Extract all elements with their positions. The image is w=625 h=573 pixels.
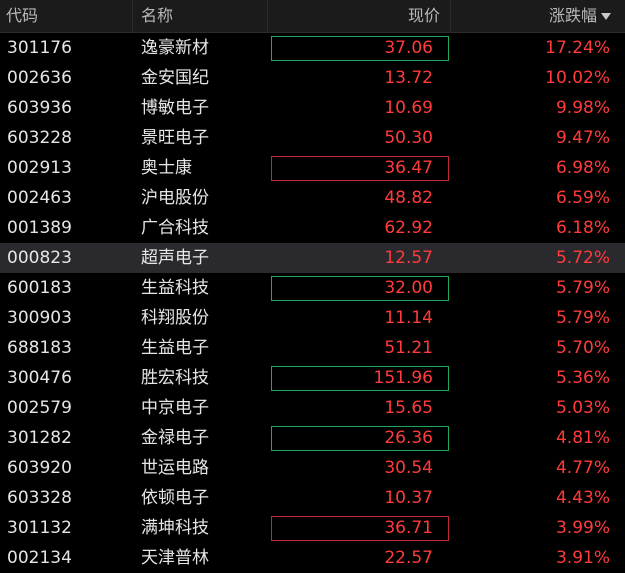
sort-descending-icon[interactable]	[601, 13, 611, 20]
stock-name-cell: 科翔股份	[141, 308, 209, 328]
table-row[interactable]: 603936 博敏电子 10.69 9.98%	[0, 93, 625, 123]
change-percent-cell: 4.77%	[555, 458, 610, 478]
price-cell: 51.21	[384, 338, 433, 358]
price-cell: 12.57	[384, 248, 433, 268]
table-row[interactable]: 301282 金禄电子 26.36 4.81%	[0, 423, 625, 453]
table-row[interactable]: 688183 生益电子 51.21 5.70%	[0, 333, 625, 363]
stock-code-cell: 600183	[7, 278, 72, 298]
change-percent-cell: 5.72%	[555, 248, 610, 268]
stock-code-cell: 002636	[7, 68, 72, 88]
stock-name-cell: 金禄电子	[141, 428, 209, 448]
price-cell: 10.37	[384, 488, 433, 508]
stock-code-cell: 002913	[7, 158, 72, 178]
table-row[interactable]: 300903 科翔股份 11.14 5.79%	[0, 303, 625, 333]
stock-name-cell: 奥士康	[141, 158, 192, 178]
price-cell: 50.30	[384, 128, 433, 148]
table-row[interactable]: 002134 天津普林 22.57 3.91%	[0, 543, 625, 573]
stock-code-cell: 301282	[7, 428, 72, 448]
price-cell: 22.57	[384, 548, 433, 568]
stock-name-cell: 中京电子	[141, 398, 209, 418]
stock-name-cell: 超声电子	[141, 248, 209, 268]
change-percent-cell: 3.91%	[555, 548, 610, 568]
table-row[interactable]: 000823 超声电子 12.57 5.72%	[0, 243, 625, 273]
stock-table: 代码 名称 现价 涨跌幅 301176 逸豪新材 37.06 17.24% 002636…	[0, 0, 625, 573]
stock-code-cell: 688183	[7, 338, 72, 358]
price-cell: 26.36	[384, 428, 433, 448]
table-row[interactable]: 002636 金安国纪 13.72 10.02%	[0, 63, 625, 93]
price-cell: 10.69	[384, 98, 433, 118]
stock-code-cell: 002134	[7, 548, 72, 568]
change-percent-cell: 5.70%	[555, 338, 610, 358]
change-percent-cell: 6.18%	[555, 218, 610, 238]
stock-code-cell: 603920	[7, 458, 72, 478]
stock-code-cell: 300476	[7, 368, 72, 388]
stock-name-cell: 生益科技	[141, 278, 209, 298]
table-row[interactable]: 002579 中京电子 15.65 5.03%	[0, 393, 625, 423]
change-percent-cell: 5.79%	[555, 308, 610, 328]
price-cell: 11.14	[384, 308, 433, 328]
stock-name-cell: 世运电路	[141, 458, 209, 478]
table-row[interactable]: 301132 满坤科技 36.71 3.99%	[0, 513, 625, 543]
stock-code-cell: 301176	[7, 38, 72, 58]
price-cell: 37.06	[384, 38, 433, 58]
table-row[interactable]: 603228 景旺电子 50.30 9.47%	[0, 123, 625, 153]
table-row[interactable]: 301176 逸豪新材 37.06 17.24%	[0, 33, 625, 63]
stock-name-cell: 逸豪新材	[141, 38, 209, 58]
change-percent-cell: 10.02%	[545, 68, 610, 88]
stock-name-cell: 依顿电子	[141, 488, 209, 508]
stock-code-cell: 002579	[7, 398, 72, 418]
price-cell: 36.71	[384, 518, 433, 538]
stock-code-cell: 603328	[7, 488, 72, 508]
stock-code-cell: 002463	[7, 188, 72, 208]
stock-code-cell: 000823	[7, 248, 72, 268]
table-row[interactable]: 603920 世运电路 30.54 4.77%	[0, 453, 625, 483]
stock-code-cell: 603228	[7, 128, 72, 148]
price-cell: 151.96	[373, 368, 433, 388]
price-cell: 13.72	[384, 68, 433, 88]
column-header-change[interactable]: 涨跌幅	[451, 0, 625, 32]
change-percent-cell: 17.24%	[545, 38, 610, 58]
column-header-code[interactable]: 代码	[0, 0, 133, 32]
table-header: 代码 名称 现价 涨跌幅	[0, 0, 625, 33]
table-row[interactable]: 001389 广合科技 62.92 6.18%	[0, 213, 625, 243]
stock-name-cell: 博敏电子	[141, 98, 209, 118]
change-percent-cell: 5.36%	[555, 368, 610, 388]
change-percent-cell: 4.81%	[555, 428, 610, 448]
column-header-name[interactable]: 名称	[133, 0, 268, 32]
price-cell: 30.54	[384, 458, 433, 478]
column-header-price[interactable]: 现价	[268, 0, 451, 32]
change-percent-cell: 4.43%	[555, 488, 610, 508]
stock-code-cell: 001389	[7, 218, 72, 238]
change-percent-cell: 6.59%	[555, 188, 610, 208]
price-cell: 48.82	[384, 188, 433, 208]
table-row[interactable]: 603328 依顿电子 10.37 4.43%	[0, 483, 625, 513]
stock-code-cell: 301132	[7, 518, 72, 538]
change-percent-cell: 5.03%	[555, 398, 610, 418]
price-cell: 32.00	[384, 278, 433, 298]
stock-name-cell: 满坤科技	[141, 518, 209, 538]
stock-name-cell: 金安国纪	[141, 68, 209, 88]
price-cell: 62.92	[384, 218, 433, 238]
change-percent-cell: 6.98%	[555, 158, 610, 178]
table-row[interactable]: 300476 胜宏科技 151.96 5.36%	[0, 363, 625, 393]
table-row[interactable]: 600183 生益科技 32.00 5.79%	[0, 273, 625, 303]
stock-name-cell: 天津普林	[141, 548, 209, 568]
price-cell: 15.65	[384, 398, 433, 418]
change-percent-cell: 9.98%	[555, 98, 610, 118]
stock-name-cell: 广合科技	[141, 218, 209, 238]
change-percent-cell: 5.79%	[555, 278, 610, 298]
stock-name-cell: 沪电股份	[141, 188, 209, 208]
stock-name-cell: 生益电子	[141, 338, 209, 358]
change-percent-cell: 9.47%	[555, 128, 610, 148]
stock-name-cell: 胜宏科技	[141, 368, 209, 388]
change-percent-cell: 3.99%	[555, 518, 610, 538]
price-cell: 36.47	[384, 158, 433, 178]
table-row[interactable]: 002913 奥士康 36.47 6.98%	[0, 153, 625, 183]
stock-code-cell: 603936	[7, 98, 72, 118]
stock-name-cell: 景旺电子	[141, 128, 209, 148]
table-row[interactable]: 002463 沪电股份 48.82 6.59%	[0, 183, 625, 213]
stock-code-cell: 300903	[7, 308, 72, 328]
